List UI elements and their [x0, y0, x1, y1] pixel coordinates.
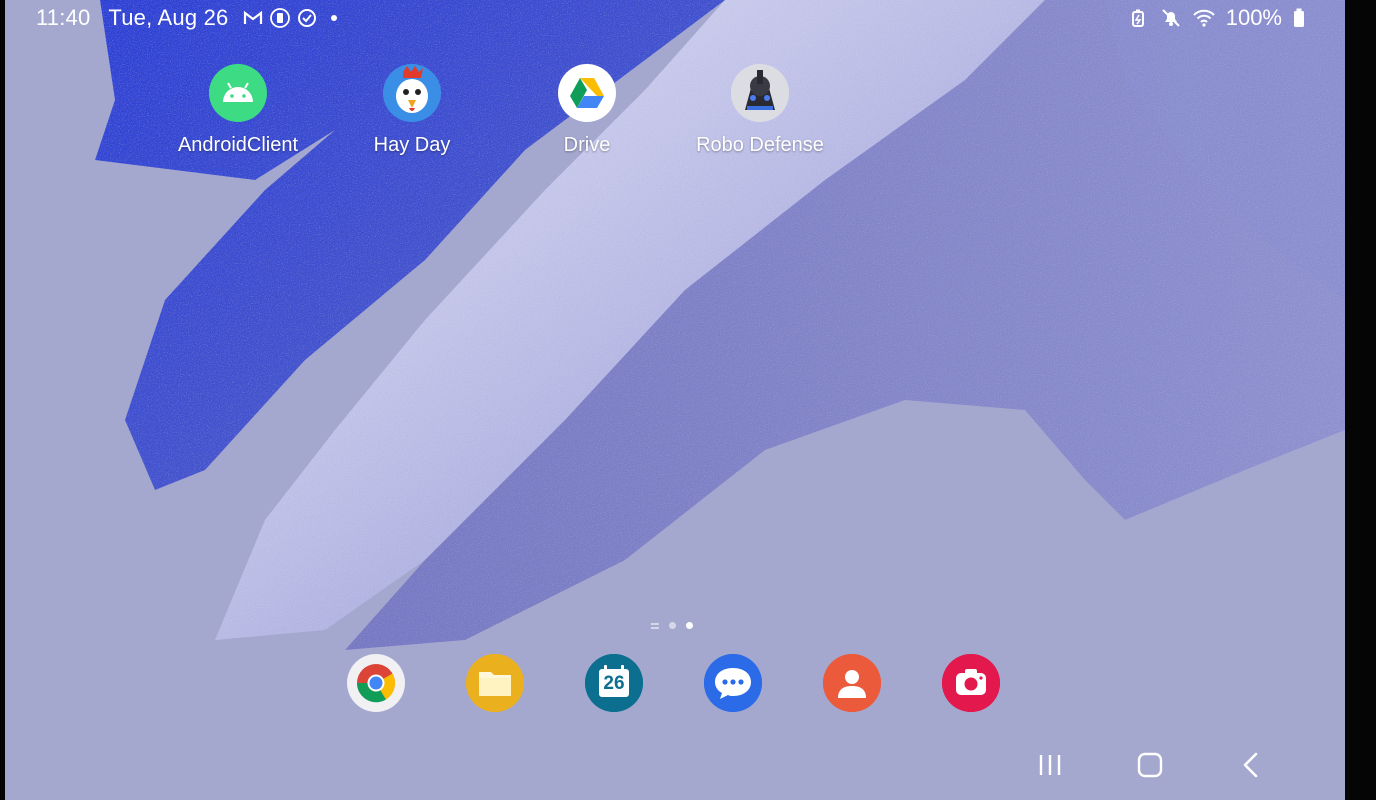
- status-left: 11:40 Tue, Aug 26: [36, 5, 350, 31]
- app-label: Hay Day: [373, 134, 451, 156]
- status-bar: 11:40 Tue, Aug 26 100%: [5, 0, 1345, 36]
- robo-defense-icon: [731, 64, 789, 122]
- recents-button[interactable]: [1030, 745, 1070, 785]
- navigation-bar: [5, 745, 1345, 785]
- home-button[interactable]: [1130, 745, 1170, 785]
- screen-bezel-right: [1345, 0, 1376, 800]
- battery-percent: 100%: [1225, 5, 1282, 30]
- dock-camera[interactable]: [942, 654, 1000, 712]
- dock-my-files[interactable]: [466, 654, 524, 712]
- dock-chrome[interactable]: [347, 654, 405, 712]
- app-robo-defense[interactable]: Robo Defense: [680, 64, 840, 157]
- battery-icon: [1288, 7, 1310, 29]
- dock-calendar[interactable]: 26: [585, 654, 643, 712]
- wifi-icon: [1193, 7, 1215, 29]
- date: Tue, Aug 26: [108, 5, 229, 30]
- calendar-date: 26: [603, 673, 625, 694]
- status-right: 100%: [1127, 5, 1315, 31]
- vibrate-icon: [269, 7, 291, 29]
- gmail-icon: [242, 7, 264, 29]
- dock-contacts[interactable]: [823, 654, 881, 712]
- mute-icon: [1160, 7, 1182, 29]
- dock-messages[interactable]: [704, 654, 762, 712]
- messages-icon: [704, 654, 762, 712]
- page-list-icon: [651, 622, 659, 629]
- recents-icon: [1039, 755, 1061, 775]
- app-label: Robo Defense: [696, 134, 824, 156]
- chrome-icon: [356, 664, 396, 703]
- app-label: Drive: [563, 134, 611, 156]
- page-indicator[interactable]: [651, 622, 693, 629]
- sync-icon: [296, 7, 318, 29]
- home-icon: [1137, 752, 1163, 778]
- battery-saver-icon: [1127, 7, 1149, 29]
- folder-icon: [466, 654, 524, 712]
- home-screen: 11:40 Tue, Aug 26 100% AndroidClient Hay…: [5, 0, 1345, 800]
- app-label: AndroidClient: [177, 134, 299, 156]
- app-androidclient[interactable]: AndroidClient: [158, 64, 318, 157]
- camera-icon: [942, 654, 1000, 712]
- hay-day-icon: [383, 64, 441, 122]
- back-icon: [1243, 752, 1258, 778]
- app-drive[interactable]: Drive: [507, 64, 667, 157]
- app-hay-day[interactable]: Hay Day: [332, 64, 492, 157]
- drive-icon: [558, 64, 616, 122]
- page-dot-2-active: [686, 622, 693, 629]
- back-button[interactable]: [1231, 745, 1271, 785]
- contacts-icon: [823, 654, 881, 712]
- page-dot-1: [669, 622, 676, 629]
- android-icon: [209, 64, 267, 122]
- clock: 11:40: [36, 5, 91, 30]
- more-dot-icon: [323, 7, 345, 29]
